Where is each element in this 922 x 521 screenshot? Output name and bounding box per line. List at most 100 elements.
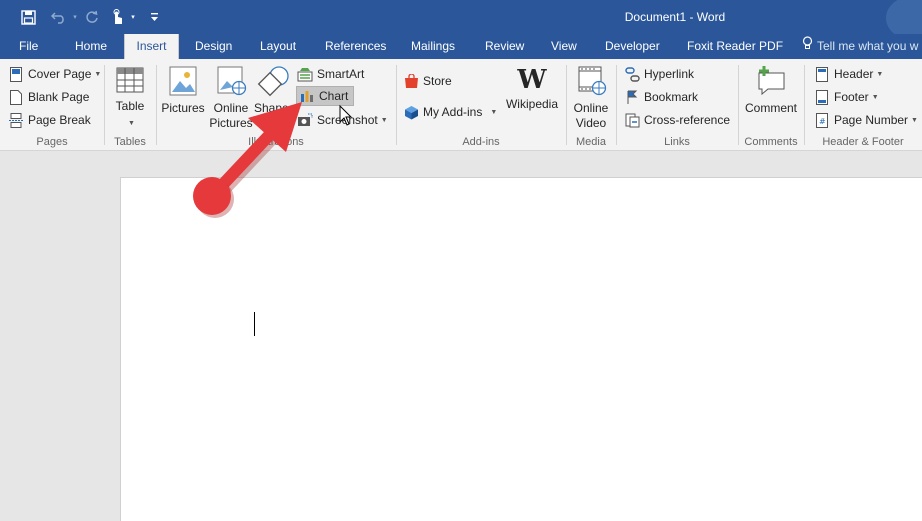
- comment-label: Comment: [744, 101, 797, 115]
- undo-icon[interactable]: [48, 7, 70, 27]
- illustrations-group-label: Illustrations: [248, 136, 304, 148]
- title-bar: ▾ ▾ Document1 - Word: [0, 0, 922, 40]
- smartart-label: SmartArt: [317, 67, 365, 81]
- online-pictures-label-1: Online: [213, 101, 249, 115]
- group-divider: [396, 65, 397, 145]
- online-pictures-icon: [208, 65, 254, 101]
- table-label: Table: [115, 99, 145, 113]
- my-addins-button[interactable]: My Add-ins ▼: [403, 102, 497, 122]
- chevron-down-icon: ▼: [871, 93, 879, 101]
- footer-button[interactable]: Footer ▼: [814, 87, 879, 107]
- header-label: Header: [834, 67, 874, 81]
- chart-label: Chart: [319, 89, 349, 103]
- store-button[interactable]: Store: [403, 71, 452, 91]
- blank-page-label: Blank Page: [28, 90, 90, 104]
- customize-qat-icon[interactable]: [146, 7, 162, 27]
- table-button[interactable]: Table ▼: [110, 65, 150, 131]
- smartart-button[interactable]: SmartArt: [297, 64, 364, 84]
- new-comment-icon: [742, 65, 800, 101]
- cover-page-button[interactable]: Cover Page ▼: [8, 64, 101, 84]
- bookmark-button[interactable]: Bookmark: [624, 87, 698, 107]
- cover-page-icon: [8, 66, 24, 82]
- online-video-button[interactable]: Online Video: [568, 65, 614, 131]
- store-label: Store: [423, 74, 452, 88]
- hyperlink-icon: [624, 66, 640, 82]
- tab-insert[interactable]: Insert: [124, 34, 179, 59]
- tab-design[interactable]: Design: [195, 34, 232, 59]
- tab-mailings[interactable]: Mailings: [411, 34, 455, 59]
- tab-view[interactable]: View: [551, 34, 577, 59]
- tab-file[interactable]: File: [19, 34, 38, 59]
- online-video-label-1: Online: [573, 101, 609, 115]
- group-divider: [738, 65, 739, 145]
- pages-group-label: Pages: [36, 136, 68, 148]
- page-break-button[interactable]: Page Break: [8, 110, 91, 130]
- chevron-down-icon: ▼: [128, 120, 135, 127]
- header-footer-group-label: Header & Footer: [822, 136, 904, 148]
- addins-group-label: Add-ins: [462, 136, 500, 148]
- pictures-button[interactable]: Pictures: [160, 65, 206, 116]
- media-group-label: Media: [576, 136, 606, 148]
- document-area: [0, 152, 922, 521]
- tab-layout[interactable]: Layout: [260, 34, 296, 59]
- tab-home[interactable]: Home: [75, 34, 107, 59]
- screenshot-label: Screenshot: [317, 113, 378, 127]
- online-pictures-label-2: Pictures: [209, 116, 253, 130]
- cross-reference-button[interactable]: Cross-reference: [624, 110, 730, 130]
- touch-mode-icon[interactable]: [108, 7, 126, 27]
- header-icon: [814, 66, 830, 82]
- document-page[interactable]: [120, 177, 922, 521]
- comments-group-label: Comments: [744, 136, 798, 148]
- screenshot-icon: [297, 112, 313, 128]
- tab-foxit-reader-pdf[interactable]: Foxit Reader PDF: [687, 34, 783, 59]
- hyperlink-label: Hyperlink: [644, 67, 695, 81]
- blank-page-button[interactable]: Blank Page: [8, 87, 89, 107]
- chevron-down-icon: ▼: [94, 70, 102, 78]
- group-divider: [616, 65, 617, 145]
- lightbulb-icon: [802, 34, 813, 59]
- wikipedia-icon: W: [517, 65, 547, 95]
- table-icon: [110, 65, 150, 99]
- shapes-button[interactable]: Shapes: [254, 65, 295, 116]
- chart-icon: [299, 88, 315, 104]
- pictures-icon: [160, 65, 206, 101]
- tell-me-box[interactable]: Tell me what you w: [802, 34, 918, 59]
- save-icon[interactable]: [18, 7, 38, 27]
- page-number-button[interactable]: # Page Number ▼: [814, 110, 918, 130]
- hyperlink-button[interactable]: Hyperlink: [624, 64, 694, 84]
- screenshot-button[interactable]: Screenshot ▼: [297, 110, 388, 130]
- bookmark-label: Bookmark: [644, 90, 699, 104]
- tab-developer[interactable]: Developer: [605, 34, 660, 59]
- shapes-label: Shapes: [254, 101, 295, 115]
- page-number-icon: #: [814, 112, 830, 128]
- cross-reference-label: Cross-reference: [644, 113, 731, 127]
- tab-review[interactable]: Review: [485, 34, 524, 59]
- touch-dropdown-icon[interactable]: ▾: [128, 7, 138, 27]
- page-number-label: Page Number: [834, 113, 909, 127]
- header-button[interactable]: Header ▼: [814, 64, 883, 84]
- insert-ribbon: Cover Page ▼ Blank Page Page Break Pages …: [0, 59, 922, 151]
- window-title: Document1 - Word: [624, 10, 726, 24]
- undo-dropdown-icon[interactable]: ▾: [70, 7, 80, 27]
- group-divider: [566, 65, 567, 145]
- redo-icon[interactable]: [82, 7, 102, 27]
- smartart-icon: [297, 66, 313, 82]
- text-cursor: [254, 312, 255, 336]
- tables-group-label: Tables: [114, 136, 146, 148]
- my-addins-icon: [403, 104, 419, 120]
- wikipedia-button[interactable]: W Wikipedia: [504, 65, 560, 112]
- comment-button[interactable]: Comment: [742, 65, 800, 116]
- chart-button[interactable]: Chart: [296, 86, 354, 106]
- tab-references[interactable]: References: [325, 34, 386, 59]
- chevron-down-icon: ▼: [490, 108, 498, 116]
- cover-page-label: Cover Page: [28, 67, 92, 81]
- online-video-label-2: Video: [575, 116, 607, 130]
- online-pictures-button[interactable]: Online Pictures: [208, 65, 254, 131]
- my-addins-label: My Add-ins: [423, 105, 483, 119]
- group-divider: [804, 65, 805, 145]
- page-break-label: Page Break: [28, 113, 91, 127]
- online-video-icon: [568, 65, 614, 101]
- chevron-down-icon: ▼: [911, 116, 918, 124]
- svg-text:#: #: [819, 117, 826, 126]
- pictures-label: Pictures: [161, 101, 205, 115]
